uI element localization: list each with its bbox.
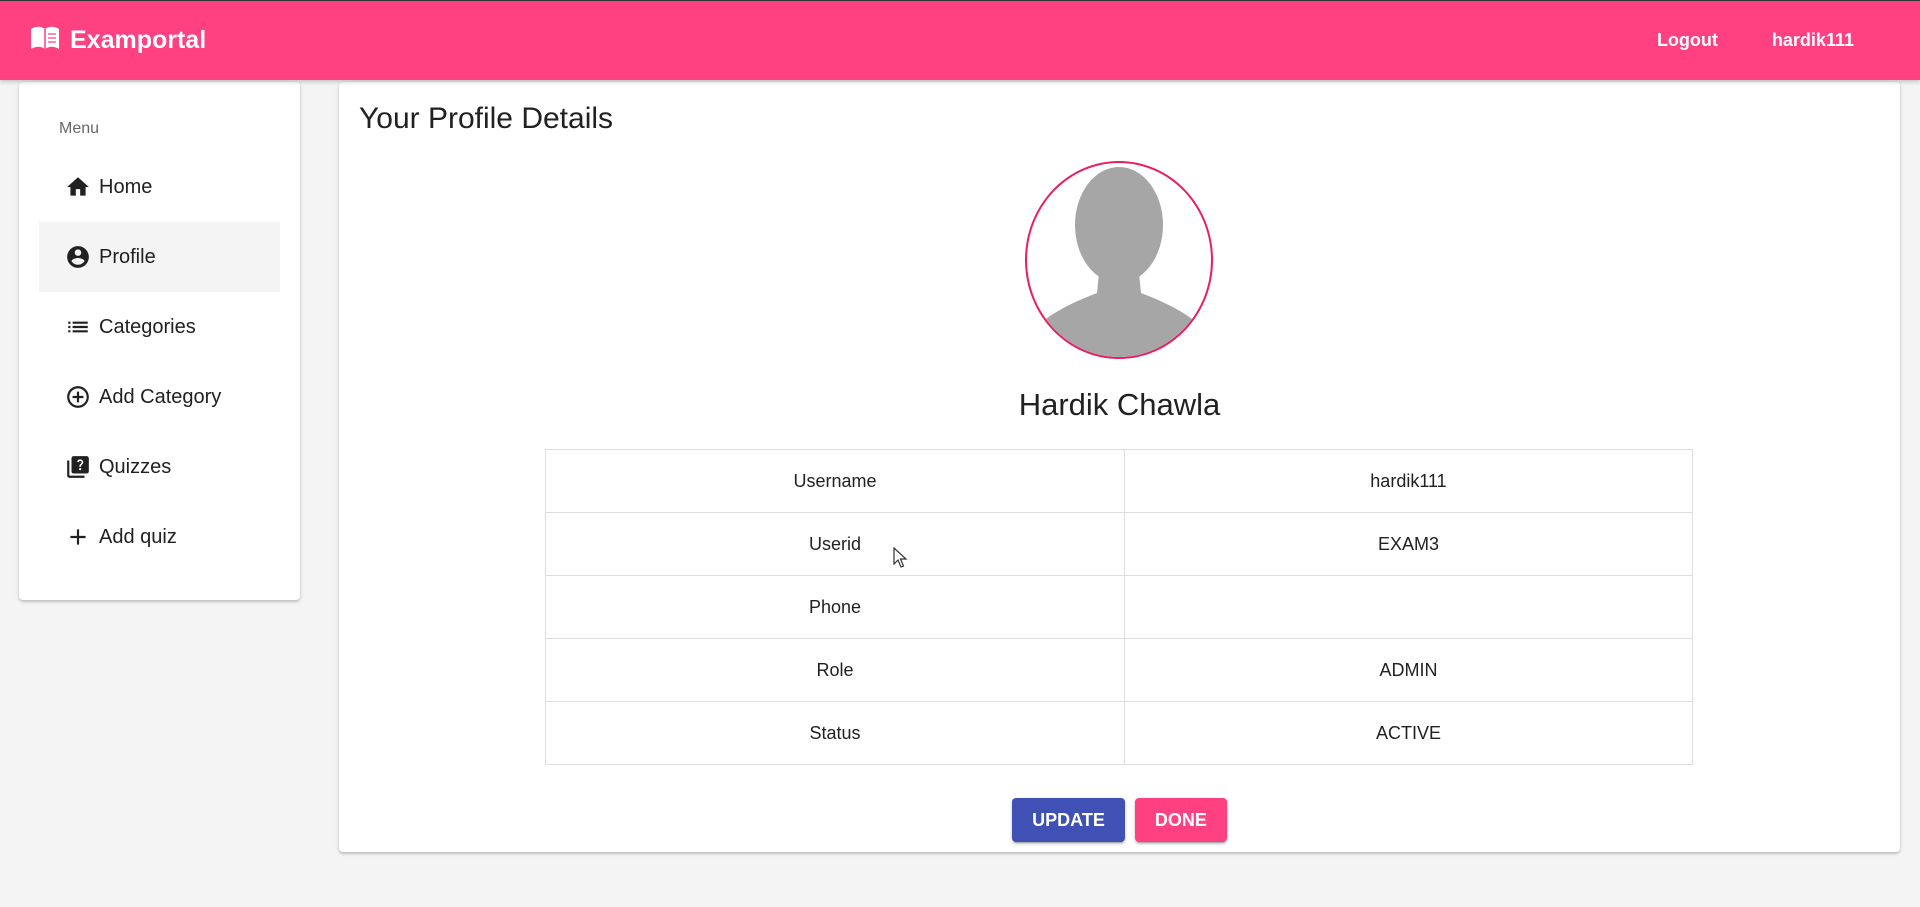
user-silhouette-icon xyxy=(1035,167,1203,357)
sidebar-item-profile[interactable]: Profile xyxy=(39,222,280,292)
add-circle-outline-icon xyxy=(67,386,89,408)
detail-value: ADMIN xyxy=(1124,638,1693,702)
detail-value: ACTIVE xyxy=(1124,701,1693,765)
detail-label: Status xyxy=(545,701,1125,765)
profile-details-table: Username hardik111 Userid EXAM3 Phone Ro… xyxy=(545,449,1693,765)
username-button[interactable]: hardik111 xyxy=(1756,20,1870,61)
table-row: Username hardik111 xyxy=(545,449,1693,513)
book-open-icon xyxy=(30,25,70,56)
quiz-icon xyxy=(67,456,89,478)
sidebar-item-home[interactable]: Home xyxy=(39,152,280,222)
sidebar-item-add-category[interactable]: Add Category xyxy=(39,362,280,432)
detail-label: Role xyxy=(545,638,1125,702)
sidebar-item-label: Quizzes xyxy=(99,455,172,478)
mouse-cursor-icon xyxy=(893,547,908,568)
detail-value: EXAM3 xyxy=(1124,512,1693,576)
sidebar-nav: Home Profile Categories Add Category Qui… xyxy=(39,152,280,572)
update-button[interactable]: UPDATE xyxy=(1012,798,1125,842)
table-row: Status ACTIVE xyxy=(545,701,1693,765)
detail-value: hardik111 xyxy=(1124,449,1693,513)
add-icon xyxy=(70,529,86,545)
sidebar-item-quizzes[interactable]: Quizzes xyxy=(39,432,280,502)
done-button[interactable]: DONE xyxy=(1134,798,1227,842)
profile-actions: UPDATE DONE xyxy=(339,798,1900,842)
top-actions: Logout hardik111 xyxy=(1619,20,1870,61)
sidebar-item-label: Profile xyxy=(99,245,156,268)
sidebar-item-label: Add Category xyxy=(99,385,222,408)
profile-name: Hardik Chawla xyxy=(1018,387,1221,422)
table-row: Phone xyxy=(545,575,1693,639)
list-icon xyxy=(68,321,88,333)
detail-label: Userid xyxy=(545,512,1125,576)
sidebar-item-add-quiz[interactable]: Add quiz xyxy=(39,502,280,572)
detail-label: Phone xyxy=(545,575,1125,639)
account-circle-icon xyxy=(67,246,89,268)
sidebar: Menu Home Profile Categories Add Categor… xyxy=(19,82,300,600)
sidebar-item-label: Home xyxy=(99,175,153,198)
sidebar-item-label: Categories xyxy=(99,315,196,338)
avatar xyxy=(1025,161,1213,359)
sidebar-item-categories[interactable]: Categories xyxy=(39,292,280,362)
page-title: Your Profile Details xyxy=(359,102,614,135)
app-title: Examportal xyxy=(70,26,207,54)
profile-card: Your Profile Details Hardik Chawla Usern… xyxy=(339,82,1900,852)
menu-title: Menu xyxy=(59,120,100,137)
logout-button[interactable]: Logout xyxy=(1641,20,1734,61)
detail-label: Username xyxy=(545,449,1125,513)
home-icon xyxy=(67,177,89,196)
sidebar-item-label: Add quiz xyxy=(99,525,177,548)
table-row: Userid EXAM3 xyxy=(545,512,1693,576)
table-row: Role ADMIN xyxy=(545,638,1693,702)
brand[interactable]: Examportal xyxy=(30,25,206,56)
top-toolbar: Examportal Logout hardik111 xyxy=(0,0,1920,80)
detail-value xyxy=(1124,575,1693,639)
